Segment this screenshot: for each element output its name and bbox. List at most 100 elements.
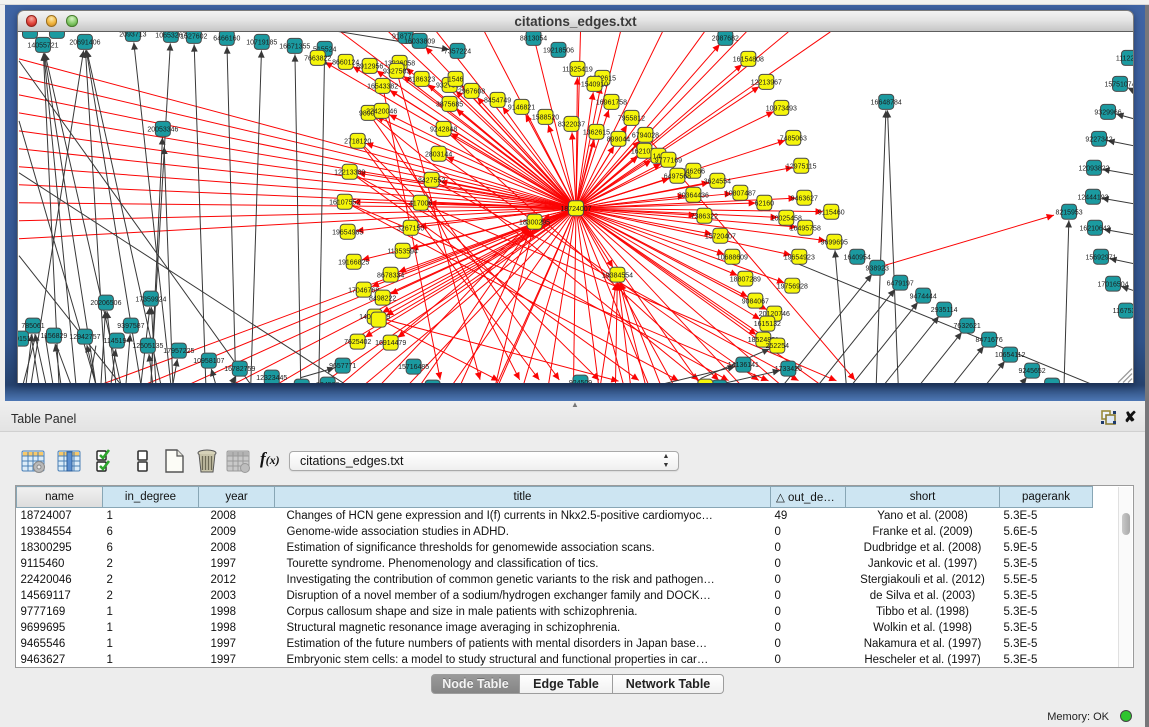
svg-text:252254: 252254 bbox=[766, 343, 789, 350]
svg-text:10973493: 10973493 bbox=[766, 105, 797, 112]
svg-text:12505135: 12505135 bbox=[132, 343, 163, 350]
svg-text:8498222: 8498222 bbox=[369, 295, 396, 302]
svg-text:2718120: 2718120 bbox=[344, 138, 371, 145]
svg-text:16914479: 16914479 bbox=[375, 340, 406, 347]
svg-text:18724007: 18724007 bbox=[560, 205, 591, 212]
svg-text:8454749: 8454749 bbox=[484, 97, 511, 104]
svg-text:9327503: 9327503 bbox=[383, 68, 410, 75]
svg-text:10719185: 10719185 bbox=[246, 39, 277, 46]
svg-text:16210643: 16210643 bbox=[1079, 225, 1110, 232]
svg-text:12093822: 12093822 bbox=[1078, 165, 1109, 172]
svg-text:14055721: 14055721 bbox=[27, 42, 58, 49]
svg-text:11325419: 11325419 bbox=[562, 66, 593, 73]
svg-text:9227342: 9227342 bbox=[1085, 136, 1112, 143]
svg-text:9474444: 9474444 bbox=[910, 293, 937, 300]
svg-text:22420046: 22420046 bbox=[366, 108, 397, 115]
svg-text:19654985: 19654985 bbox=[332, 229, 363, 236]
svg-text:19166825: 19166825 bbox=[338, 259, 369, 266]
svg-text:16961758: 16961758 bbox=[596, 99, 627, 106]
svg-text:39151: 39151 bbox=[18, 336, 31, 343]
svg-text:2803144: 2803144 bbox=[425, 151, 452, 158]
svg-text:10654112: 10654112 bbox=[995, 352, 1026, 359]
svg-text:19756928: 19756928 bbox=[777, 283, 808, 290]
svg-text:6479197: 6479197 bbox=[887, 280, 914, 287]
svg-text:3875685: 3875685 bbox=[436, 101, 463, 108]
svg-text:2935114: 2935114 bbox=[931, 307, 958, 314]
svg-text:9777169: 9777169 bbox=[655, 157, 682, 164]
svg-text:12213389: 12213389 bbox=[334, 169, 365, 176]
svg-text:8186323: 8186323 bbox=[408, 76, 435, 83]
svg-text:1540910: 1540910 bbox=[581, 81, 608, 88]
svg-text:7357224: 7357224 bbox=[444, 48, 471, 55]
svg-text:9657771: 9657771 bbox=[329, 363, 356, 370]
svg-text:16495758: 16495758 bbox=[790, 225, 821, 232]
svg-text:20206506: 20206506 bbox=[90, 300, 121, 307]
svg-text:10958107: 10958107 bbox=[193, 358, 224, 365]
svg-text:924502: 924502 bbox=[316, 382, 339, 383]
svg-text:3267150: 3267150 bbox=[397, 225, 424, 232]
svg-text:2093713: 2093713 bbox=[119, 32, 146, 39]
svg-text:18300295: 18300295 bbox=[519, 219, 550, 226]
svg-text:9115460: 9115460 bbox=[818, 209, 845, 216]
svg-text:924509: 924509 bbox=[569, 380, 592, 383]
svg-text:8322037: 8322037 bbox=[558, 121, 585, 128]
svg-text:3624554: 3624554 bbox=[704, 178, 731, 185]
svg-text:6794028: 6794028 bbox=[632, 132, 659, 139]
svg-text:17046768: 17046768 bbox=[348, 287, 379, 294]
svg-text:1733426: 1733426 bbox=[775, 366, 802, 373]
svg-text:14136141: 14136141 bbox=[728, 362, 759, 369]
svg-text:1588520: 1588520 bbox=[532, 114, 559, 121]
svg-text:785061: 785061 bbox=[21, 323, 44, 330]
svg-text:16107552: 16107552 bbox=[329, 199, 360, 206]
svg-text:20053346: 20053346 bbox=[147, 126, 178, 133]
svg-text:16543382: 16543382 bbox=[367, 83, 398, 90]
svg-text:16648784: 16648784 bbox=[871, 99, 902, 106]
svg-text:1167531: 1167531 bbox=[1113, 308, 1134, 315]
svg-text:7625402: 7625402 bbox=[344, 339, 371, 346]
svg-text:7386322: 7386322 bbox=[691, 213, 718, 220]
svg-text:15720407: 15720407 bbox=[705, 233, 736, 240]
svg-text:9245652: 9245652 bbox=[1018, 368, 1045, 375]
svg-text:417006: 417006 bbox=[409, 200, 432, 207]
svg-text:12323445: 12323445 bbox=[256, 375, 287, 382]
svg-text:7485063: 7485063 bbox=[780, 135, 807, 142]
svg-text:7955812: 7955812 bbox=[618, 115, 645, 122]
svg-text:1546: 1546 bbox=[448, 76, 464, 83]
svg-text:16033809: 16033809 bbox=[404, 38, 435, 45]
svg-text:9699695: 9699695 bbox=[821, 239, 848, 246]
svg-text:19654923: 19654923 bbox=[784, 254, 815, 261]
svg-text:10807487: 10807487 bbox=[725, 190, 756, 197]
svg-text:1156829: 1156829 bbox=[41, 333, 68, 340]
svg-text:16154808: 16154808 bbox=[733, 56, 764, 63]
svg-text:9242848: 9242848 bbox=[430, 126, 457, 133]
svg-text:12975115: 12975115 bbox=[786, 163, 817, 170]
svg-text:8215953: 8215953 bbox=[1055, 209, 1082, 216]
svg-text:9146821: 9146821 bbox=[508, 104, 535, 111]
svg-text:8912956: 8912956 bbox=[356, 63, 383, 70]
svg-text:15716485: 15716485 bbox=[398, 364, 429, 371]
svg-text:1112206: 1112206 bbox=[1116, 55, 1134, 62]
svg-text:15751074: 15751074 bbox=[1104, 81, 1134, 88]
svg-text:16782759: 16782759 bbox=[224, 366, 255, 373]
svg-text:8427552: 8427552 bbox=[418, 177, 445, 184]
svg-text:10025458: 10025458 bbox=[771, 215, 802, 222]
svg-text:20691406: 20691406 bbox=[69, 39, 100, 46]
svg-text:938923: 938923 bbox=[866, 265, 889, 272]
svg-text:10688609: 10688609 bbox=[717, 254, 748, 261]
svg-text:12444193: 12444193 bbox=[1077, 194, 1108, 201]
svg-text:1615132: 1615132 bbox=[754, 321, 781, 328]
svg-text:17016504: 17016504 bbox=[1097, 281, 1128, 288]
svg-text:62160: 62160 bbox=[755, 200, 775, 207]
svg-text:17957225: 17957225 bbox=[163, 348, 194, 355]
svg-text:20364436: 20364436 bbox=[678, 192, 709, 199]
svg-text:16671355: 16671355 bbox=[279, 43, 310, 50]
svg-text:1640954: 1640954 bbox=[844, 254, 871, 261]
svg-text:1527602: 1527602 bbox=[180, 33, 207, 40]
svg-text:19384554: 19384554 bbox=[602, 272, 633, 279]
svg-text:18807289: 18807289 bbox=[730, 276, 761, 283]
svg-text:8471676: 8471676 bbox=[976, 337, 1003, 344]
svg-text:9463627: 9463627 bbox=[791, 195, 818, 202]
svg-text:2087682: 2087682 bbox=[712, 35, 739, 42]
svg-text:8813054: 8813054 bbox=[520, 35, 547, 42]
svg-text:2967608: 2967608 bbox=[458, 88, 485, 95]
